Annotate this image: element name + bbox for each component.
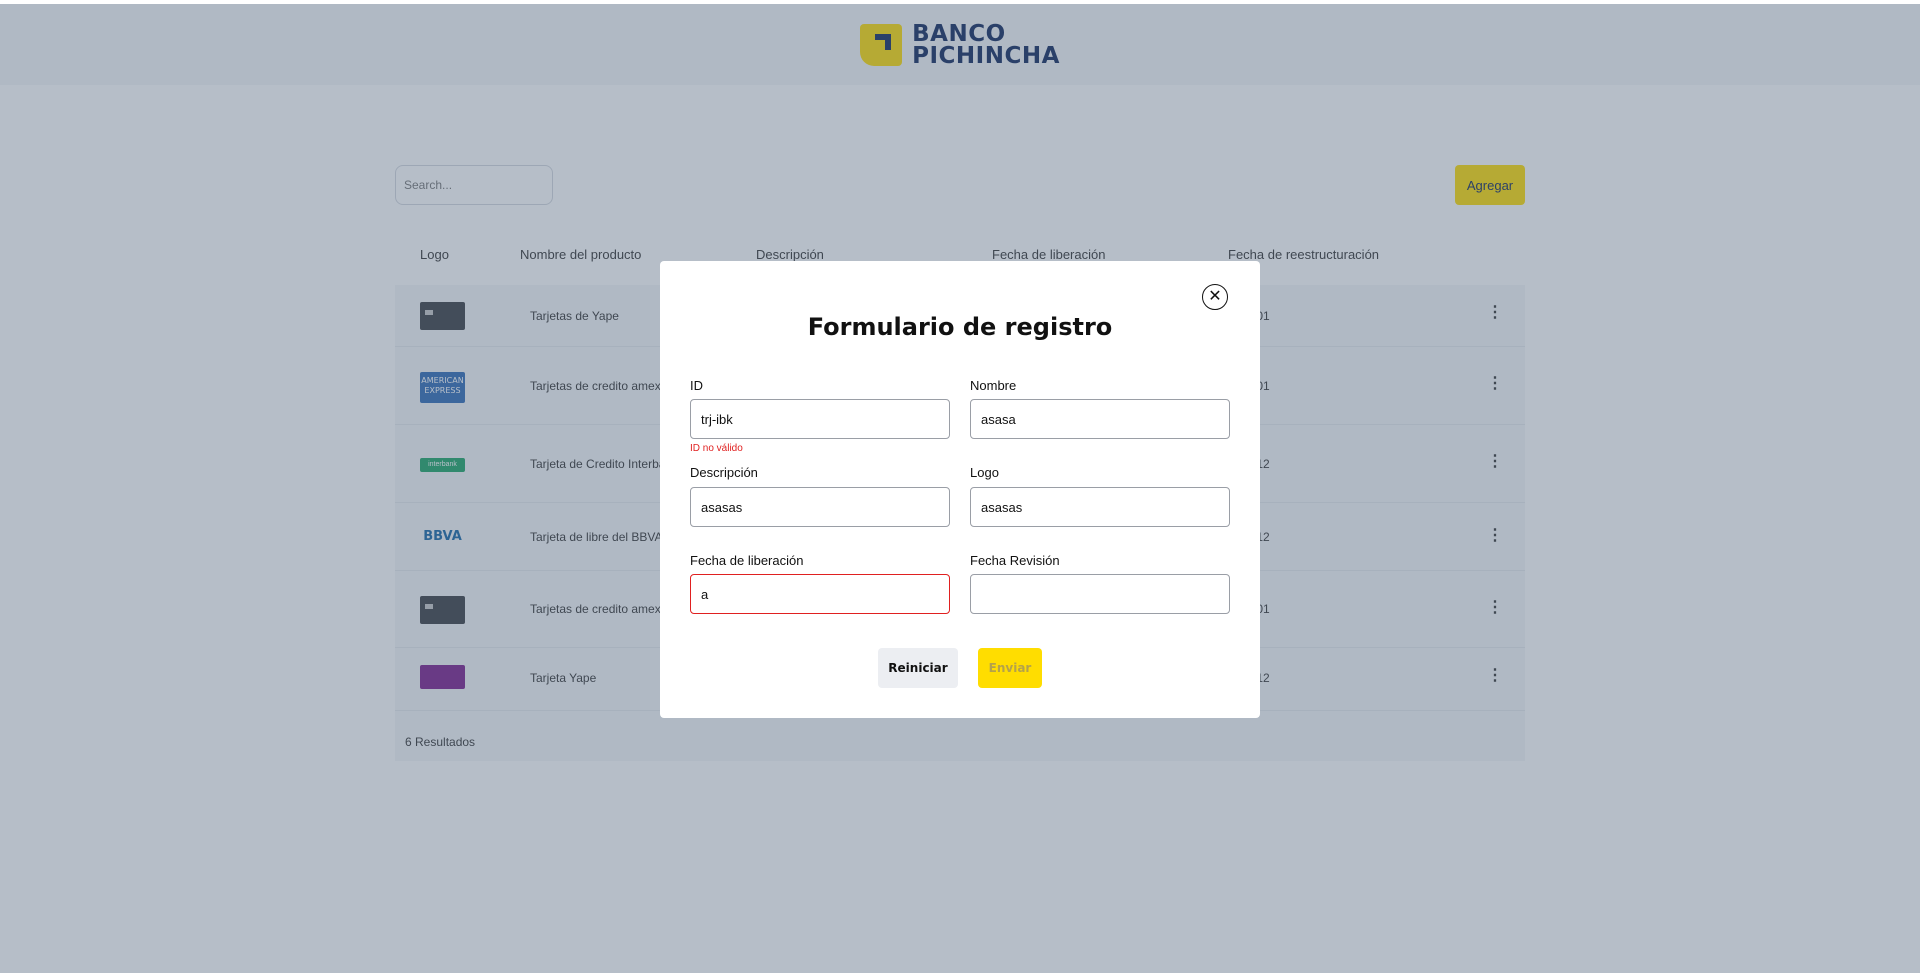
reset-button[interactable]: Reiniciar xyxy=(878,648,958,688)
logo-field[interactable] xyxy=(970,487,1230,527)
descripcion-field[interactable] xyxy=(690,487,950,527)
logo-label: Logo xyxy=(970,465,999,480)
descripcion-label: Descripción xyxy=(690,465,758,480)
nombre-field[interactable] xyxy=(970,399,1230,439)
fecha-liberacion-field[interactable] xyxy=(690,574,950,614)
id-field[interactable] xyxy=(690,399,950,439)
close-icon[interactable]: ✕ xyxy=(1202,284,1228,310)
submit-button[interactable]: Enviar xyxy=(978,648,1042,688)
fecha-revision-label: Fecha Revisión xyxy=(970,553,1060,568)
fecha-revision-field[interactable] xyxy=(970,574,1230,614)
fecha-liberacion-label: Fecha de liberación xyxy=(690,553,804,568)
nombre-label: Nombre xyxy=(970,378,1017,393)
id-label: ID xyxy=(690,378,703,393)
modal-title: Formulario de registro xyxy=(807,313,1113,341)
registration-modal: ✕ Formulario de registro ID ID no válido… xyxy=(660,261,1260,718)
id-error-message: ID no válido xyxy=(690,443,743,454)
